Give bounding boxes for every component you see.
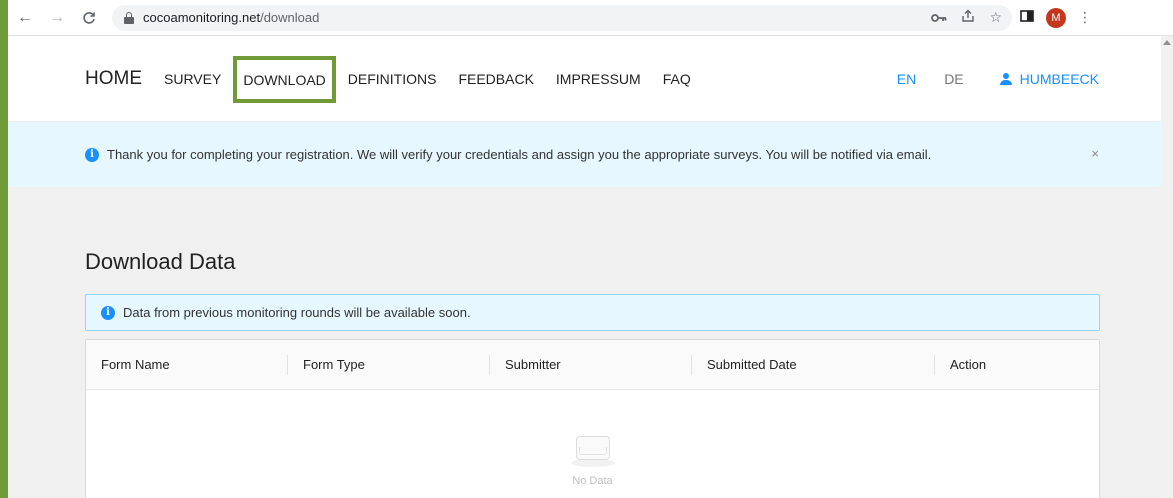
share-icon[interactable] xyxy=(961,9,975,26)
password-key-icon[interactable] xyxy=(931,10,947,26)
address-bar[interactable]: cocoamonitoring.net/download ☆ xyxy=(112,4,1012,31)
main-content: Download Data i Data from previous monit… xyxy=(8,187,1161,498)
url-text: cocoamonitoring.net/download xyxy=(143,10,320,25)
reload-icon[interactable] xyxy=(78,7,100,29)
notice-text: Data from previous monitoring rounds wil… xyxy=(123,305,471,320)
column-action: Action xyxy=(950,357,987,372)
nav-home[interactable]: HOME xyxy=(85,68,142,90)
page-title: Download Data xyxy=(85,249,236,274)
side-panel-icon[interactable] xyxy=(1020,9,1034,26)
bookmark-star-icon[interactable]: ☆ xyxy=(989,9,1002,26)
browser-toolbar: ← → cocoamonitoring.net/download ☆ M ⋮ xyxy=(0,0,1173,36)
site-header: HOME SURVEY DOWNLOAD DEFINITIONS FEEDBAC… xyxy=(8,36,1161,122)
empty-inbox-icon xyxy=(567,433,619,467)
empty-state: No Data xyxy=(86,391,1099,498)
registration-banner: i Thank you for completing your registra… xyxy=(8,122,1161,187)
user-menu[interactable]: HUMBEECK xyxy=(999,71,1099,87)
nav-faq[interactable]: FAQ xyxy=(663,71,691,87)
nav-download[interactable]: DOWNLOAD xyxy=(233,55,336,103)
forward-arrow-icon[interactable]: → xyxy=(46,7,68,29)
nav-survey[interactable]: SURVEY xyxy=(164,71,221,87)
empty-text: No Data xyxy=(572,475,613,487)
column-submitter: Submitter xyxy=(490,340,692,390)
column-submitted-date: Submitted Date xyxy=(692,340,935,390)
main-nav: HOME SURVEY DOWNLOAD DEFINITIONS FEEDBAC… xyxy=(85,36,713,122)
info-icon: i xyxy=(101,305,115,320)
info-notice: i Data from previous monitoring rounds w… xyxy=(85,294,1100,331)
profile-avatar[interactable]: M xyxy=(1046,7,1066,28)
nav-feedback[interactable]: FEEDBACK xyxy=(458,71,533,87)
column-form-name: Form Name xyxy=(86,340,288,390)
header-right: EN DE HUMBEECK xyxy=(897,36,1099,122)
user-name: HUMBEECK xyxy=(1019,71,1099,87)
back-arrow-icon[interactable]: ← xyxy=(14,7,36,29)
banner-message: Thank you for completing your registrati… xyxy=(107,147,932,162)
page-scrollbar[interactable] xyxy=(1161,36,1173,498)
nav-definitions[interactable]: DEFINITIONS xyxy=(348,71,437,87)
user-icon xyxy=(999,73,1012,85)
download-table: Form Name Form Type Submitter Submitted … xyxy=(85,339,1100,498)
browser-menu-icon[interactable]: ⋮ xyxy=(1078,9,1092,26)
scroll-up-arrow-icon[interactable] xyxy=(1163,40,1171,45)
info-icon: i xyxy=(85,147,99,162)
lock-icon xyxy=(124,11,134,24)
left-accent-bar xyxy=(0,0,8,498)
lang-en[interactable]: EN xyxy=(897,71,916,87)
column-form-type: Form Type xyxy=(288,340,490,390)
lang-de[interactable]: DE xyxy=(944,71,963,87)
table-header: Form Name Form Type Submitter Submitted … xyxy=(86,340,1099,390)
close-icon[interactable]: × xyxy=(1091,146,1099,161)
nav-impressum[interactable]: IMPRESSUM xyxy=(556,71,641,87)
